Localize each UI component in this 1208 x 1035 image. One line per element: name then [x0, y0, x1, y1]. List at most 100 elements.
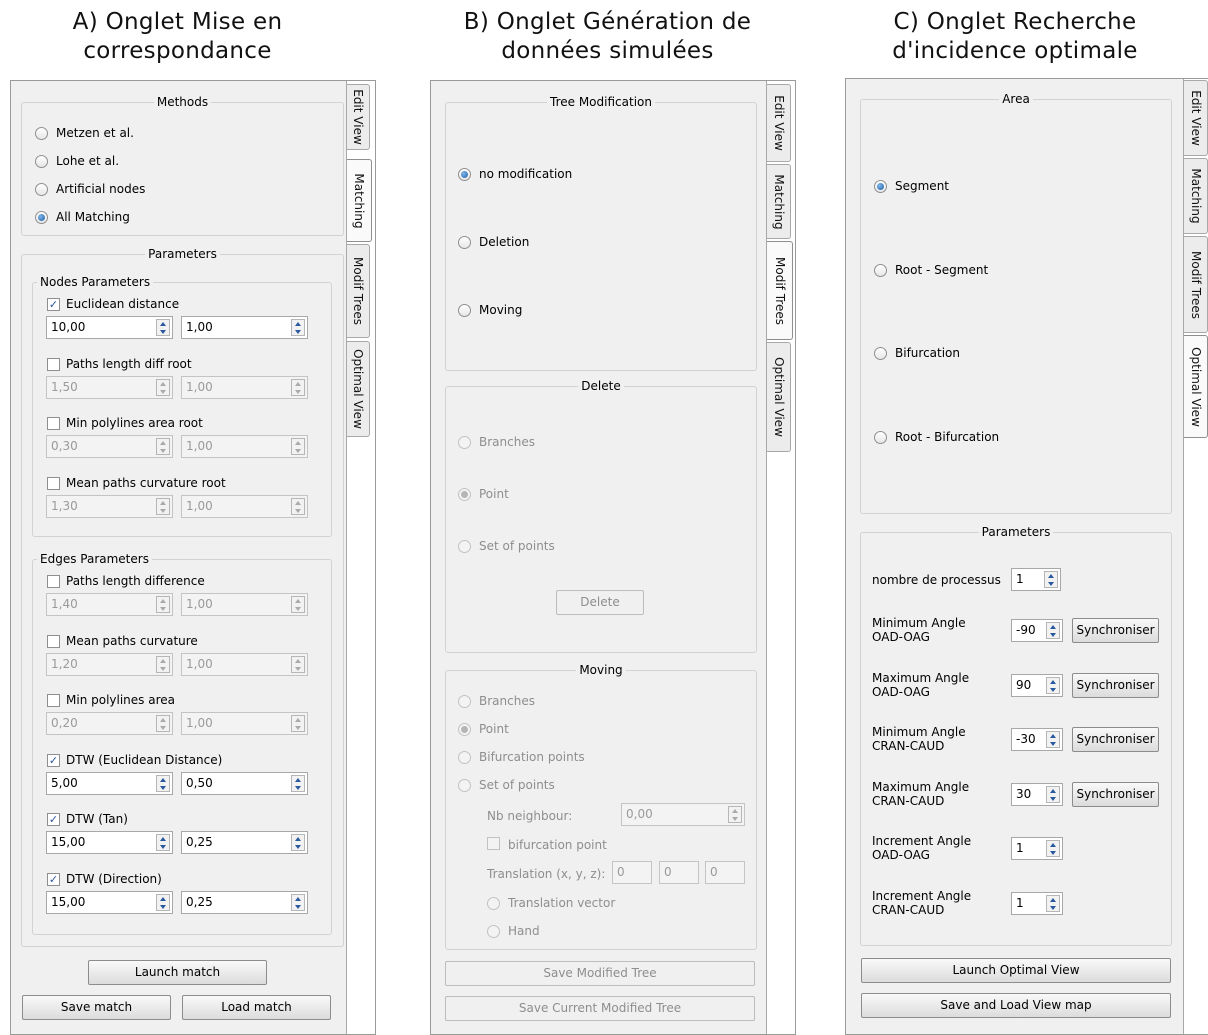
synchroniser-button[interactable]: Synchroniser	[1072, 781, 1159, 807]
spin-arrows-icon[interactable]	[1046, 840, 1060, 857]
param-spinbox[interactable]: 1,00	[181, 435, 308, 458]
radio-no-modification[interactable]	[458, 168, 471, 181]
param-spinbox[interactable]: 1,00	[181, 593, 308, 616]
param-spinbox[interactable]: 5,00	[46, 771, 173, 795]
spin-arrows-icon[interactable]	[156, 655, 170, 673]
radio-metzen[interactable]	[35, 127, 48, 140]
angle-spinbox[interactable]: -90	[1011, 619, 1063, 642]
spin-arrows-icon[interactable]	[291, 438, 305, 455]
spin-arrows-icon[interactable]	[156, 438, 170, 455]
param-spinbox[interactable]: 0,30	[46, 435, 173, 458]
radio-moving-bifurcation-points[interactable]	[458, 751, 471, 764]
tab-matching[interactable]: Matching	[1184, 158, 1208, 234]
param-checkbox[interactable]	[47, 357, 60, 371]
param-spinbox[interactable]: 1,00	[181, 494, 308, 518]
spin-arrows-icon[interactable]	[156, 319, 170, 336]
spin-arrows-icon[interactable]	[1046, 894, 1060, 912]
param-checkbox[interactable]: ✓	[47, 753, 60, 767]
spin-arrows-icon[interactable]	[1046, 731, 1060, 748]
param-spinbox[interactable]: 1,00	[181, 712, 308, 735]
param-spinbox[interactable]: 1,00	[181, 652, 308, 676]
nb-neighbour-spinbox[interactable]: 0,00	[621, 803, 745, 826]
radio-delete-branches[interactable]	[458, 436, 471, 449]
tab-modif-trees[interactable]: Modif Trees	[346, 244, 370, 338]
spin-arrows-icon[interactable]	[291, 497, 305, 515]
radio-root-segment[interactable]	[874, 264, 887, 277]
translation-x-field[interactable]: 0	[612, 861, 652, 884]
param-spinbox[interactable]: 15,00	[46, 831, 173, 854]
radio-moving-point[interactable]	[458, 723, 471, 736]
param-spinbox[interactable]: 0,25	[181, 890, 308, 914]
spin-arrows-icon[interactable]	[156, 834, 170, 851]
spin-arrows-icon[interactable]	[728, 806, 742, 823]
delete-button[interactable]: Delete	[556, 590, 644, 615]
radio-moving-branches[interactable]	[458, 695, 471, 708]
radio-moving-set-of-points[interactable]	[458, 779, 471, 792]
spin-arrows-icon[interactable]	[291, 715, 305, 732]
angle-spinbox[interactable]: 1	[1011, 891, 1063, 915]
spin-arrows-icon[interactable]	[156, 596, 170, 613]
translation-z-field[interactable]: 0	[705, 861, 745, 884]
radio-root-bifurcation[interactable]	[874, 431, 887, 444]
angle-spinbox[interactable]: 90	[1011, 673, 1063, 697]
param-spinbox[interactable]: 10,00	[46, 316, 173, 339]
param-spinbox[interactable]: 15,00	[46, 890, 173, 914]
param-spinbox[interactable]: 1,30	[46, 494, 173, 518]
translation-y-field[interactable]: 0	[659, 861, 699, 884]
param-checkbox[interactable]	[47, 694, 60, 707]
param-spinbox[interactable]: 1,40	[46, 593, 173, 616]
spin-arrows-icon[interactable]	[1046, 622, 1060, 639]
process-count-spinbox[interactable]: 1	[1011, 568, 1061, 591]
tab-optimal-view[interactable]: Optimal View	[1184, 335, 1208, 438]
spin-arrows-icon[interactable]	[291, 378, 305, 396]
tab-edit-view[interactable]: Edit View	[767, 84, 791, 162]
spin-arrows-icon[interactable]	[156, 893, 170, 911]
param-spinbox[interactable]: 1,50	[46, 375, 173, 399]
angle-spinbox[interactable]: 30	[1011, 782, 1063, 806]
param-spinbox[interactable]: 1,20	[46, 652, 173, 676]
spin-arrows-icon[interactable]	[156, 774, 170, 792]
radio-translation-vector[interactable]	[487, 897, 500, 910]
save-load-view-map-button[interactable]: Save and Load View map	[861, 993, 1171, 1018]
param-spinbox[interactable]: 0,20	[46, 712, 173, 735]
param-checkbox[interactable]: ✓	[47, 872, 60, 886]
radio-moving[interactable]	[458, 304, 471, 317]
radio-delete-set-of-points[interactable]	[458, 540, 471, 553]
spin-arrows-icon[interactable]	[291, 319, 305, 336]
spin-arrows-icon[interactable]	[156, 715, 170, 732]
load-match-button[interactable]: Load match	[182, 995, 331, 1020]
radio-delete-point[interactable]	[458, 488, 471, 501]
radio-segment[interactable]	[874, 180, 887, 193]
tab-optimal-view[interactable]: Optimal View	[767, 342, 791, 452]
radio-hand[interactable]	[487, 925, 500, 938]
param-checkbox[interactable]	[47, 575, 60, 588]
synchroniser-button[interactable]: Synchroniser	[1072, 727, 1159, 752]
radio-all-matching[interactable]	[35, 211, 48, 224]
spin-arrows-icon[interactable]	[291, 596, 305, 613]
bifurcation-point-checkbox[interactable]	[487, 837, 500, 850]
save-current-modified-tree-button[interactable]: Save Current Modified Tree	[445, 996, 755, 1021]
angle-spinbox[interactable]: -30	[1011, 728, 1063, 751]
param-checkbox[interactable]: ✓	[47, 298, 60, 311]
spin-arrows-icon[interactable]	[1044, 571, 1058, 588]
tab-modif-trees[interactable]: Modif Trees	[767, 241, 793, 340]
tab-modif-trees[interactable]: Modif Trees	[1184, 236, 1208, 333]
angle-spinbox[interactable]: 1	[1011, 837, 1063, 860]
spin-arrows-icon[interactable]	[291, 774, 305, 792]
param-spinbox[interactable]: 0,25	[181, 831, 308, 854]
spin-arrows-icon[interactable]	[291, 834, 305, 851]
launch-match-button[interactable]: Launch match	[88, 960, 267, 985]
tab-matching[interactable]: Matching	[767, 164, 791, 239]
save-modified-tree-button[interactable]: Save Modified Tree	[445, 961, 755, 986]
param-spinbox[interactable]: 1,00	[181, 316, 308, 339]
tab-optimal-view[interactable]: Optimal View	[346, 341, 370, 437]
launch-optimal-view-button[interactable]: Launch Optimal View	[861, 958, 1171, 983]
spin-arrows-icon[interactable]	[1046, 676, 1060, 694]
param-spinbox[interactable]: 0,50	[181, 771, 308, 795]
spin-arrows-icon[interactable]	[291, 893, 305, 911]
param-checkbox[interactable]	[47, 417, 60, 430]
spin-arrows-icon[interactable]	[156, 497, 170, 515]
radio-lohe[interactable]	[35, 155, 48, 168]
tab-edit-view[interactable]: Edit View	[346, 84, 370, 150]
param-checkbox[interactable]	[47, 634, 60, 648]
